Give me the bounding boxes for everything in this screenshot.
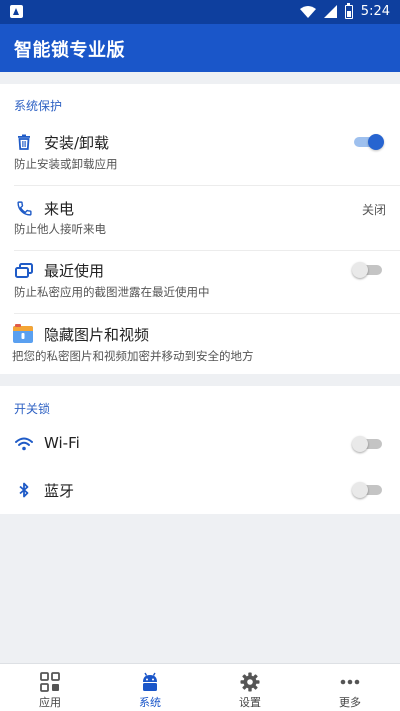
wifi-icon — [14, 434, 34, 454]
setting-label: 蓝牙 — [44, 482, 75, 500]
toggle-thumb — [352, 436, 368, 452]
nav-label: 应用 — [39, 696, 61, 709]
phone-icon — [14, 198, 34, 218]
toggle-thumb — [352, 482, 368, 498]
status-bar: 5:24 — [0, 0, 400, 24]
app-title: 智能锁专业版 — [14, 40, 125, 61]
nav-label: 系统 — [139, 696, 161, 709]
bluetooth-icon — [14, 480, 34, 500]
recent-apps-toggle[interactable] — [352, 260, 384, 280]
nav-tab-more[interactable]: 更多 — [300, 664, 400, 711]
divider — [14, 313, 400, 314]
notification-icon — [10, 5, 23, 18]
setting-label: 来电 — [44, 200, 75, 218]
wifi-signal-icon — [299, 5, 316, 18]
setting-description: 防止他人接听来电 — [14, 222, 106, 236]
more-dots-icon — [339, 672, 361, 692]
section-title-system-protection: 系统保护 — [14, 99, 63, 113]
bottom-navigation: 应用 系统 设置 更多 — [0, 663, 400, 711]
battery-icon — [344, 2, 353, 19]
apps-grid-icon — [39, 672, 61, 692]
setting-install-uninstall[interactable]: 安装/卸载 防止安装或卸载应用 — [0, 128, 400, 178]
setting-description: 把您的私密图片和视频加密并移动到安全的地方 — [12, 349, 254, 363]
divider — [14, 185, 400, 186]
nav-tab-apps[interactable]: 应用 — [0, 664, 100, 711]
android-icon — [139, 672, 161, 692]
setting-description: 防止安装或卸载应用 — [14, 157, 118, 171]
nav-tab-system[interactable]: 系统 — [100, 664, 200, 711]
bluetooth-lock-toggle[interactable] — [352, 480, 384, 500]
divider — [14, 250, 400, 251]
switch-locks-card: 开关锁 Wi-Fi 蓝牙 — [0, 386, 400, 514]
toggle-thumb — [368, 134, 384, 150]
setting-label: 最近使用 — [44, 262, 105, 280]
install-uninstall-toggle[interactable] — [352, 132, 384, 152]
setting-incoming-call[interactable]: 来电 防止他人接听来电 关闭 — [0, 196, 400, 246]
setting-hide-photos-videos[interactable]: 隐藏图片和视频 把您的私密图片和视频加密并移动到安全的地方 — [0, 322, 400, 372]
gear-icon — [239, 672, 261, 692]
status-time: 5:24 — [360, 4, 390, 19]
nav-label: 更多 — [339, 696, 361, 709]
recent-apps-icon — [14, 261, 34, 281]
wifi-lock-toggle[interactable] — [352, 434, 384, 454]
trash-icon — [14, 132, 34, 152]
incoming-call-value[interactable]: 关闭 — [362, 201, 386, 218]
setting-label: 隐藏图片和视频 — [44, 326, 150, 344]
nav-tab-settings[interactable]: 设置 — [200, 664, 300, 711]
vault-icon — [12, 323, 34, 345]
system-protection-card: 系统保护 安装/卸载 防止安装或卸载应用 来电 防止他人接听来电 关闭 最近使用… — [0, 84, 400, 374]
setting-label: 安装/卸载 — [44, 134, 110, 152]
setting-description: 防止私密应用的截图泄露在最近使用中 — [14, 285, 210, 299]
setting-bluetooth-lock[interactable]: 蓝牙 — [0, 477, 400, 505]
setting-recent-apps[interactable]: 最近使用 防止私密应用的截图泄露在最近使用中 — [0, 258, 400, 308]
section-title-switch-locks: 开关锁 — [14, 402, 51, 416]
toggle-thumb — [352, 262, 368, 278]
setting-label: Wi-Fi — [44, 434, 80, 452]
setting-wifi-lock[interactable]: Wi-Fi — [0, 431, 400, 459]
cell-signal-icon — [323, 5, 337, 18]
nav-label: 设置 — [239, 696, 261, 709]
app-bar: 智能锁专业版 — [0, 24, 400, 72]
